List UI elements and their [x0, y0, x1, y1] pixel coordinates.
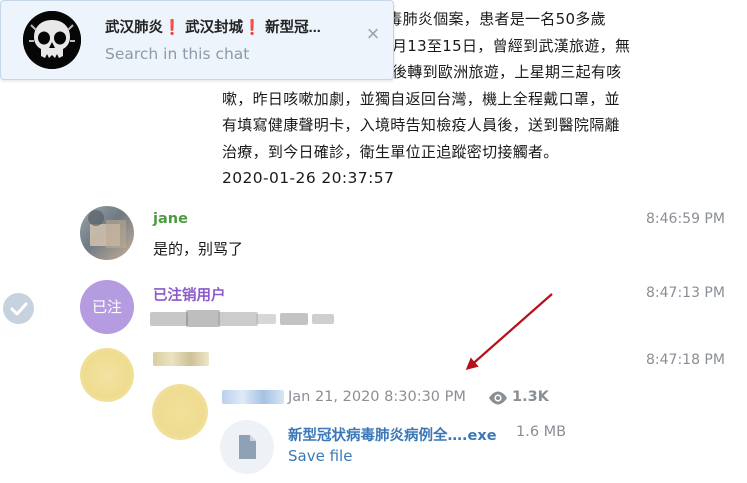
arrow-annotation [465, 293, 553, 370]
